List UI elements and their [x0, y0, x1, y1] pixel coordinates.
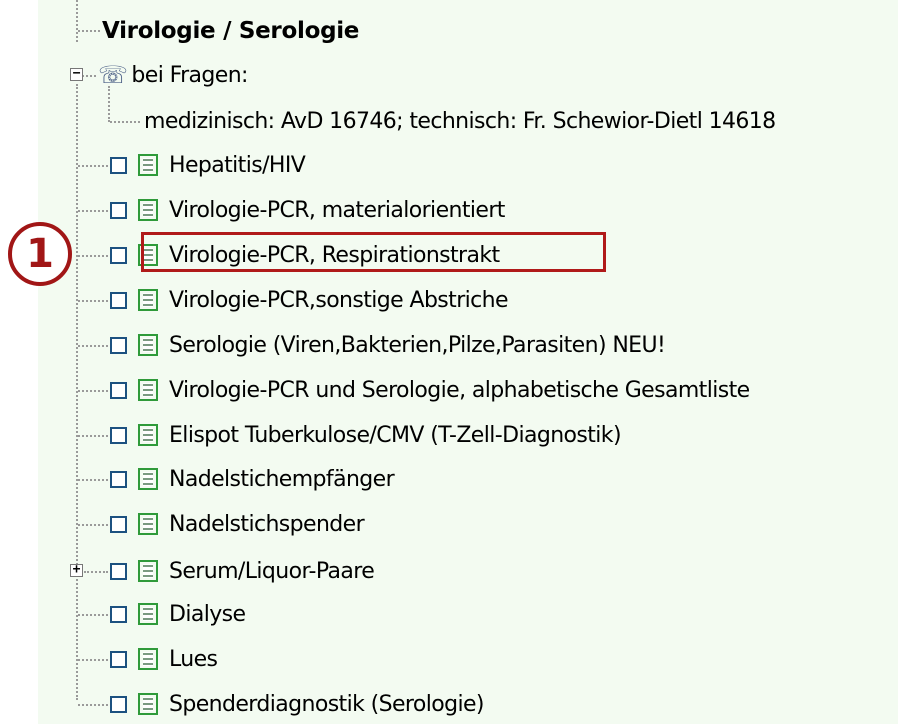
tree-connector-line [78, 210, 108, 212]
item-label: Lues [169, 646, 218, 672]
document-icon [138, 468, 158, 490]
document-icon [138, 560, 158, 582]
tree-connector-line [78, 524, 108, 526]
tree-connector-line [78, 255, 108, 257]
tree-connector-line [78, 479, 108, 481]
document-icon [138, 289, 158, 311]
item-checkbox[interactable] [110, 246, 127, 264]
item-label: Virologie-PCR und Serologie, alphabetisc… [169, 377, 750, 403]
item-label: Hepatitis/HIV [169, 152, 306, 178]
tree-connector-line [82, 75, 96, 77]
tree-item[interactable]: Serologie (Viren,Bakterien,Pilze,Parasit… [110, 323, 666, 367]
item-checkbox[interactable] [110, 470, 127, 488]
item-checkbox[interactable] [110, 291, 127, 309]
tree-connector-line [76, 84, 78, 700]
tree-title-label: Virologie / Serologie [102, 18, 360, 44]
tree-connector-line [78, 659, 108, 661]
document-icon [138, 334, 158, 356]
item-checkbox[interactable] [110, 695, 127, 713]
tree-item[interactable]: Elispot Tuberkulose/CMV (T-Zell-Diagnost… [110, 413, 622, 457]
tree-item-highlighted[interactable]: Virologie-PCR, Respirationstrakt [110, 233, 500, 277]
tree-connector-line [78, 435, 108, 437]
item-checkbox[interactable] [110, 336, 127, 354]
tree-item[interactable]: Dialyse [110, 592, 246, 636]
item-checkbox[interactable] [110, 605, 127, 623]
item-checkbox[interactable] [110, 156, 127, 174]
document-icon [138, 648, 158, 670]
item-label: Serologie (Viren,Bakterien,Pilze,Parasit… [169, 332, 666, 358]
tree-item[interactable]: Serum/Liquor-Paare [110, 549, 375, 593]
tree-connector-line [78, 390, 108, 392]
tree-connector-line [110, 121, 140, 123]
item-label: Serum/Liquor-Paare [169, 558, 375, 584]
tree-node-contact-detail: medizinisch: AvD 16746; technisch: Fr. S… [144, 99, 776, 143]
item-label: Virologie-PCR, materialorientiert [169, 197, 505, 223]
tree-connector-line [78, 30, 100, 32]
contact-detail-label: medizinisch: AvD 16746; technisch: Fr. S… [144, 108, 776, 134]
tree-connector-line [78, 345, 108, 347]
item-label: Elispot Tuberkulose/CMV (T-Zell-Diagnost… [169, 422, 622, 448]
document-icon [138, 379, 158, 401]
tree-item[interactable]: Hepatitis/HIV [110, 143, 306, 187]
tree-node-title[interactable]: Virologie / Serologie [102, 9, 359, 53]
item-label: Spenderdiagnostik (Serologie) [169, 691, 485, 717]
document-icon [138, 199, 158, 221]
tree-item[interactable]: Lues [110, 637, 218, 681]
document-icon [138, 513, 158, 535]
item-checkbox[interactable] [110, 381, 127, 399]
tree-item[interactable]: Virologie-PCR und Serologie, alphabetisc… [110, 368, 750, 412]
item-label: Virologie-PCR, Respirationstrakt [169, 242, 500, 268]
item-checkbox[interactable] [110, 515, 127, 533]
tree-item[interactable]: Virologie-PCR, materialorientiert [110, 188, 505, 232]
item-checkbox[interactable] [110, 426, 127, 444]
item-checkbox[interactable] [110, 562, 127, 580]
collapse-toggle[interactable]: − [70, 67, 83, 81]
step-number-badge: 1 [8, 222, 72, 286]
document-icon [138, 424, 158, 446]
expand-toggle[interactable]: + [70, 563, 83, 577]
tree-node-questions[interactable]: ☏ bei Fragen: [98, 53, 248, 97]
document-icon [138, 693, 158, 715]
tree-item[interactable]: Nadelstichspender [110, 502, 365, 546]
tree-connector-line [84, 571, 108, 573]
tree-item[interactable]: Virologie-PCR,sonstige Abstriche [110, 278, 509, 322]
document-icon [138, 154, 158, 176]
document-icon [138, 603, 158, 625]
item-checkbox[interactable] [110, 201, 127, 219]
item-checkbox[interactable] [110, 650, 127, 668]
telephone-icon: ☏ [98, 61, 128, 89]
tree-view: Virologie / Serologie − ☏ bei Fragen: me… [38, 0, 898, 724]
tree-item[interactable]: Spenderdiagnostik (Serologie) [110, 682, 485, 726]
document-icon [138, 244, 158, 266]
tree-connector-line [78, 300, 108, 302]
tree-item[interactable]: Nadelstichempfänger [110, 457, 395, 501]
item-label: Nadelstichspender [169, 511, 365, 537]
questions-label: bei Fragen: [131, 62, 248, 88]
tree-connector-line [76, 0, 78, 42]
tree-connector-line [78, 165, 108, 167]
item-label: Virologie-PCR,sonstige Abstriche [169, 287, 509, 313]
item-label: Dialyse [169, 601, 246, 627]
tree-connector-line [78, 614, 108, 616]
item-label: Nadelstichempfänger [169, 466, 395, 492]
tree-connector-line [78, 704, 108, 706]
